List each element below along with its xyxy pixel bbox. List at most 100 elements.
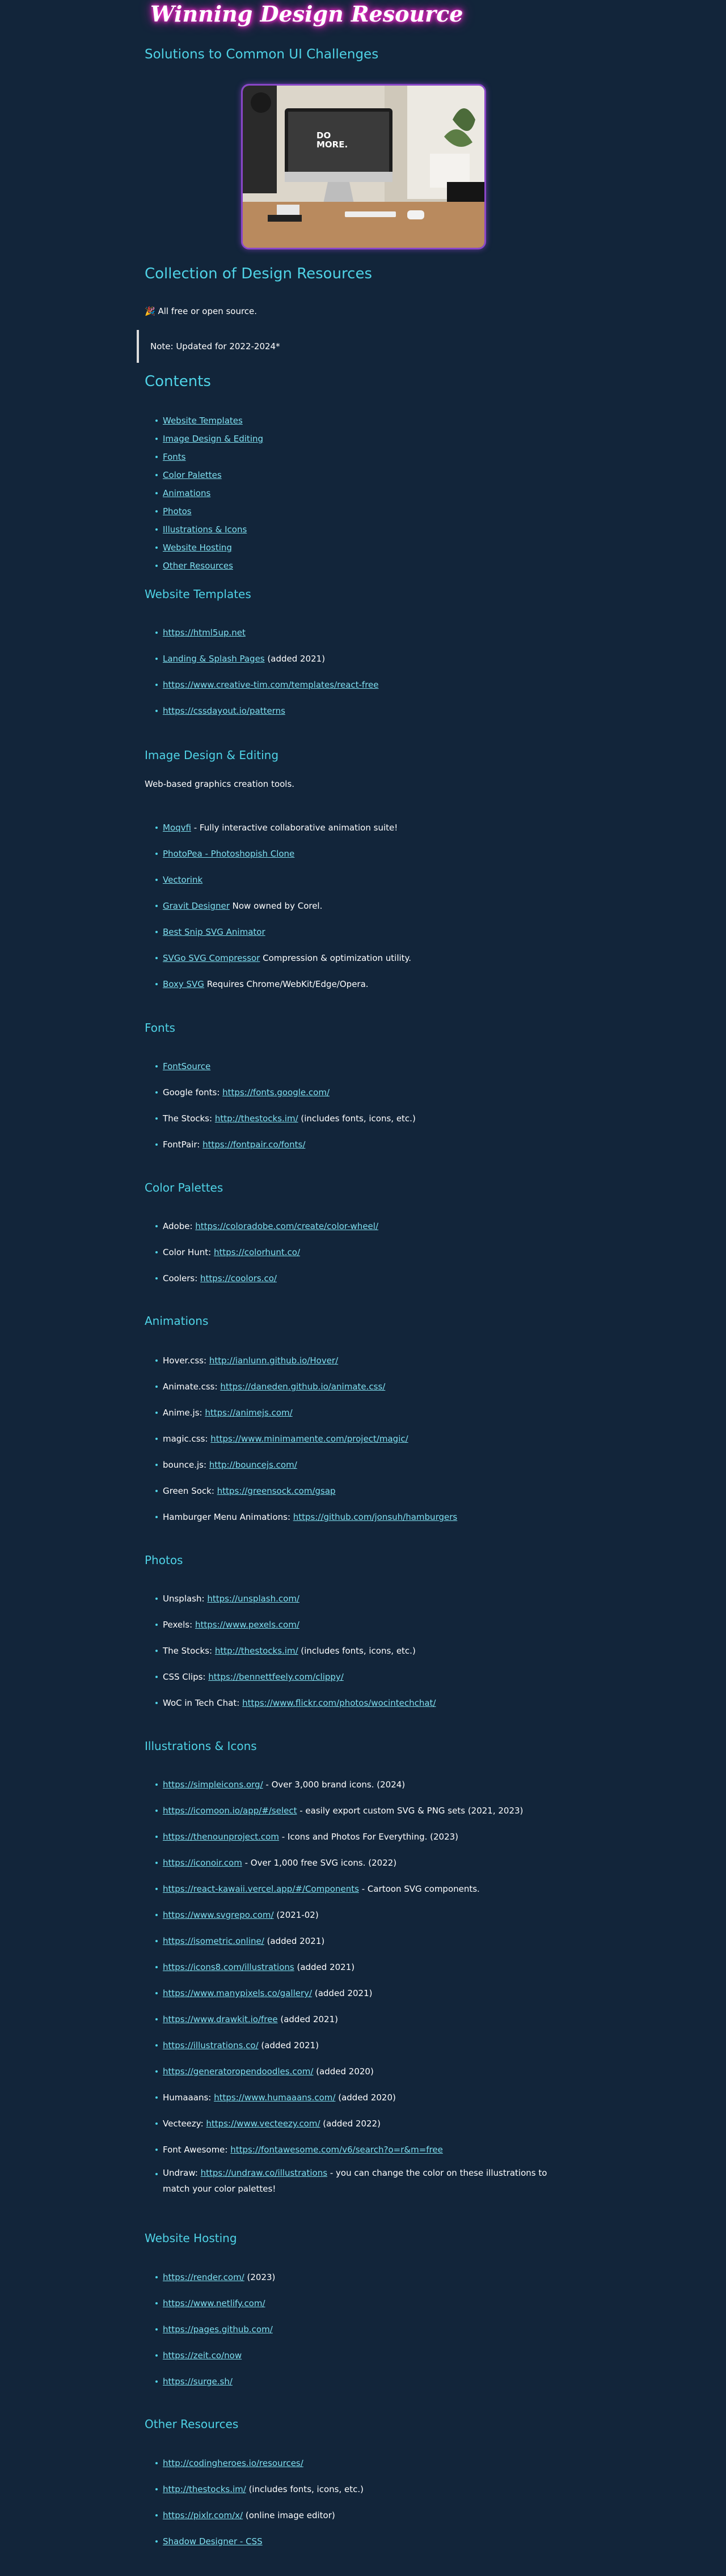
resource-link[interactable]: SVGo SVG Compressor: [163, 953, 260, 963]
list-item: Adobe: https://coloradobe.com/create/col…: [145, 1213, 378, 1239]
resource-link[interactable]: https://unsplash.com/: [207, 1594, 299, 1604]
resource-link[interactable]: http://thestocks.im/: [163, 2484, 246, 2494]
list-item: https://zeit.co/now: [145, 2342, 275, 2369]
resource-link[interactable]: Boxy SVG: [163, 979, 204, 989]
list-item: https://react-kawaii.vercel.app/#/Compon…: [145, 1876, 560, 1902]
list-item: https://iconoir.com - Over 1,000 free SV…: [145, 1850, 560, 1876]
list-item: Vectorink: [145, 867, 411, 893]
toc-link-image-design[interactable]: Image Design & Editing: [163, 434, 263, 444]
toc-link-animations[interactable]: Animations: [163, 488, 210, 498]
list-item: http://codingheroes.io/resources/: [145, 2450, 364, 2476]
list-item: Pexels: https://www.pexels.com/: [145, 1612, 436, 1638]
free-note: 🎉 All free or open source.: [145, 306, 258, 316]
list-item: Hover.css: http://ianlunn.github.io/Hove…: [145, 1348, 457, 1374]
toc-link-color-palettes[interactable]: Color Palettes: [163, 470, 222, 480]
contents-heading: Contents: [145, 373, 211, 390]
resource-link[interactable]: https://zeit.co/now: [163, 2350, 242, 2361]
toc-link-other-resources[interactable]: Other Resources: [163, 561, 233, 571]
list-item: https://icomoon.io/app/#/select - easily…: [145, 1798, 560, 1824]
resource-link[interactable]: https://icons8.com/illustrations: [163, 1962, 294, 1972]
resource-link[interactable]: https://www.creative-tim.com/templates/r…: [163, 680, 379, 690]
illustrations-heading: Illustrations & Icons: [145, 1739, 257, 1753]
toc-item: Animations: [145, 484, 263, 502]
resource-link[interactable]: Gravit Designer: [163, 901, 230, 911]
resource-link[interactable]: https://render.com/: [163, 2272, 244, 2282]
resource-link[interactable]: https://www.minimamente.com/project/magi…: [210, 1434, 408, 1444]
resource-link[interactable]: https://coloradobe.com/create/color-whee…: [195, 1221, 378, 1231]
resource-link[interactable]: FontSource: [163, 1061, 210, 1071]
hero-subtitle: Solutions to Common UI Challenges: [145, 47, 379, 62]
list-item: WoC in Tech Chat: https://www.flickr.com…: [145, 1690, 436, 1716]
resource-link[interactable]: https://pages.github.com/: [163, 2324, 273, 2334]
resource-link[interactable]: https://www.svgrepo.com/: [163, 1910, 274, 1920]
resource-link[interactable]: https://colorhunt.co/: [214, 1247, 300, 1257]
toc-item: Website Hosting: [145, 539, 263, 557]
resource-link[interactable]: https://isometric.online/: [163, 1936, 264, 1946]
resource-link[interactable]: http://codingheroes.io/resources/: [163, 2458, 303, 2468]
resource-link[interactable]: Landing & Splash Pages: [163, 654, 265, 664]
toc-link-website-templates[interactable]: Website Templates: [163, 416, 243, 426]
resource-link[interactable]: http://thestocks.im/: [215, 1646, 298, 1656]
resource-link[interactable]: https://www.humaaans.com/: [214, 2092, 335, 2103]
toc-item: Website Templates: [145, 412, 263, 430]
resource-link[interactable]: https://www.flickr.com/photos/wocintechc…: [242, 1698, 436, 1708]
resource-link[interactable]: https://github.com/jonsuh/hamburgers: [293, 1512, 457, 1522]
resource-link[interactable]: https://thenounproject.com: [163, 1832, 279, 1842]
list-item: https://www.svgrepo.com/ (2021-02): [145, 1902, 560, 1928]
resource-link[interactable]: https://greensock.com/gsap: [217, 1486, 336, 1496]
toc-item: Fonts: [145, 448, 263, 466]
list-item: Unsplash: https://unsplash.com/: [145, 1586, 436, 1612]
resource-link[interactable]: https://www.manypixels.co/gallery/: [163, 1988, 312, 1998]
toc-item: Image Design & Editing: [145, 430, 263, 448]
resource-link[interactable]: Moqvfi: [163, 823, 191, 833]
resource-link[interactable]: https://simpleicons.org/: [163, 1780, 263, 1790]
resource-link[interactable]: https://animejs.com/: [205, 1408, 292, 1418]
toc-link-fonts[interactable]: Fonts: [163, 452, 185, 462]
image-design-list: Moqvfi - Fully interactive collaborative…: [145, 815, 411, 997]
resource-link[interactable]: https://www.drawkit.io/free: [163, 2014, 278, 2024]
list-item: SVGo SVG Compressor Compression & optimi…: [145, 945, 411, 971]
resource-link[interactable]: https://icomoon.io/app/#/select: [163, 1806, 297, 1816]
templates-list: https://html5up.net Landing & Splash Pag…: [145, 620, 379, 724]
contents-list: Website Templates Image Design & Editing…: [145, 412, 263, 575]
resource-link[interactable]: https://undraw.co/illustrations: [201, 2168, 327, 2178]
resource-link[interactable]: https://surge.sh/: [163, 2376, 233, 2387]
resource-link[interactable]: https://fontpair.co/fonts/: [202, 1139, 305, 1150]
toc-link-illustrations[interactable]: Illustrations & Icons: [163, 524, 247, 535]
resource-link[interactable]: https://generatoropendoodles.com/: [163, 2066, 313, 2077]
resource-link[interactable]: https://www.vecteezy.com/: [206, 2119, 320, 2129]
resource-link[interactable]: https://html5up.net: [163, 628, 246, 638]
resource-link[interactable]: https://fonts.google.com/: [222, 1087, 330, 1098]
resource-link[interactable]: Best Snip SVG Animator: [163, 927, 265, 937]
list-item: Vecteezy: https://www.vecteezy.com/ (add…: [145, 2111, 560, 2137]
resource-link[interactable]: https://coolors.co/: [200, 1273, 277, 1283]
list-item: https://render.com/ (2023): [145, 2264, 275, 2290]
resource-link[interactable]: https://www.netlify.com/: [163, 2298, 265, 2308]
list-item: CSS Clips: https://bennettfeely.com/clip…: [145, 1664, 436, 1690]
toc-item: Color Palettes: [145, 466, 263, 484]
list-item: https://illustrations.co/ (added 2021): [145, 2032, 560, 2058]
resource-link[interactable]: https://react-kawaii.vercel.app/#/Compon…: [163, 1884, 359, 1894]
resource-link[interactable]: https://daneden.github.io/animate.css/: [220, 1382, 385, 1392]
resource-link[interactable]: Vectorink: [163, 875, 202, 885]
resource-link[interactable]: http://ianlunn.github.io/Hover/: [209, 1355, 338, 1366]
templates-heading: Website Templates: [145, 587, 251, 601]
toc-link-website-hosting[interactable]: Website Hosting: [163, 543, 232, 553]
palettes-list: Adobe: https://coloradobe.com/create/col…: [145, 1213, 378, 1291]
resource-link[interactable]: https://illustrations.co/: [163, 2040, 259, 2050]
resource-link[interactable]: https://pixlr.com/x/: [163, 2510, 243, 2520]
resource-link[interactable]: http://thestocks.im/: [215, 1113, 298, 1124]
list-item: Boxy SVG Requires Chrome/WebKit/Edge/Ope…: [145, 971, 411, 997]
resource-link[interactable]: PhotoPea - Photoshopish Clone: [163, 849, 294, 859]
toc-link-photos[interactable]: Photos: [163, 506, 192, 516]
list-item: The Stocks: http://thestocks.im/ (includ…: [145, 1105, 416, 1132]
list-item: https://www.drawkit.io/free (added 2021): [145, 2006, 560, 2032]
resource-link[interactable]: https://fontawesome.com/v6/search?o=r&m=…: [230, 2145, 443, 2155]
resource-link[interactable]: Shadow Designer - CSS: [163, 2536, 263, 2547]
list-item: Coolers: https://coolors.co/: [145, 1265, 378, 1291]
resource-link[interactable]: https://www.pexels.com/: [195, 1620, 299, 1630]
resource-link[interactable]: https://cssdayout.io/patterns: [163, 706, 285, 716]
resource-link[interactable]: https://bennettfeely.com/clippy/: [208, 1672, 344, 1682]
resource-link[interactable]: http://bouncejs.com/: [209, 1460, 297, 1470]
resource-link[interactable]: https://iconoir.com: [163, 1858, 242, 1868]
